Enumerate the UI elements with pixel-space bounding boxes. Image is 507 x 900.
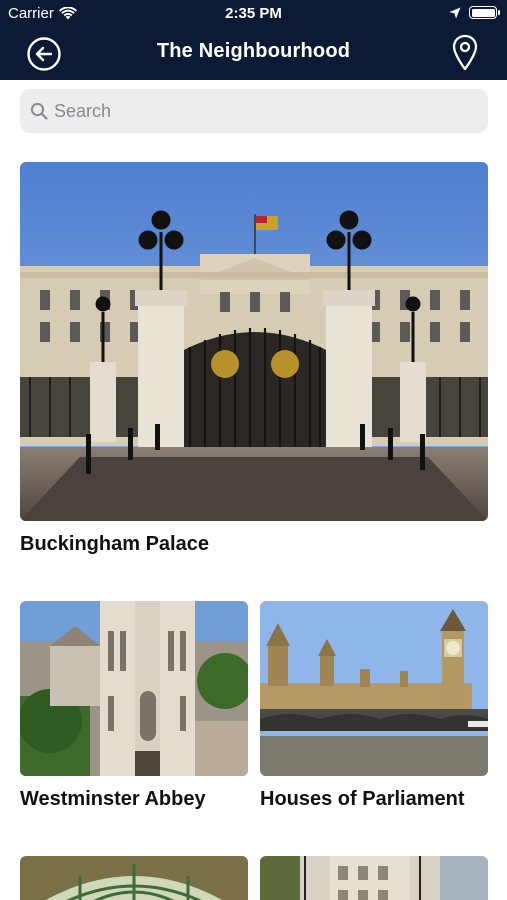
- place-name: Buckingham Palace: [20, 533, 209, 555]
- place-card-partial-left[interactable]: [20, 856, 248, 900]
- status-bar: Carrier 2:35 PM: [0, 0, 507, 28]
- place-name: Houses of Parliament: [260, 788, 465, 810]
- place-card-partial-right[interactable]: [260, 856, 488, 900]
- map-pin-icon[interactable]: [451, 34, 479, 72]
- page-title: The Neighbourhood: [156, 40, 351, 62]
- street-scene-photo: [260, 856, 488, 900]
- place-card-houses-of-parliament[interactable]: Houses of Parliament: [260, 601, 488, 811]
- search-icon: [30, 102, 48, 120]
- place-name: Westminster Abbey: [20, 788, 206, 810]
- featured-place-card[interactable]: Buckingham Palace: [20, 162, 488, 556]
- search-bar[interactable]: [20, 89, 488, 133]
- buckingham-palace-photo: [20, 162, 488, 521]
- search-input[interactable]: [54, 100, 474, 122]
- location-arrow-icon: [449, 7, 461, 18]
- houses-of-parliament-photo: [260, 601, 488, 776]
- clock: 2:35 PM: [225, 5, 282, 22]
- westminster-abbey-photo: [20, 601, 248, 776]
- place-card-westminster-abbey[interactable]: Westminster Abbey: [20, 601, 248, 811]
- battery-icon: [469, 6, 500, 19]
- covent-garden-roof-photo: [20, 856, 248, 900]
- navigation-bar: The Neighbourhood: [0, 28, 507, 80]
